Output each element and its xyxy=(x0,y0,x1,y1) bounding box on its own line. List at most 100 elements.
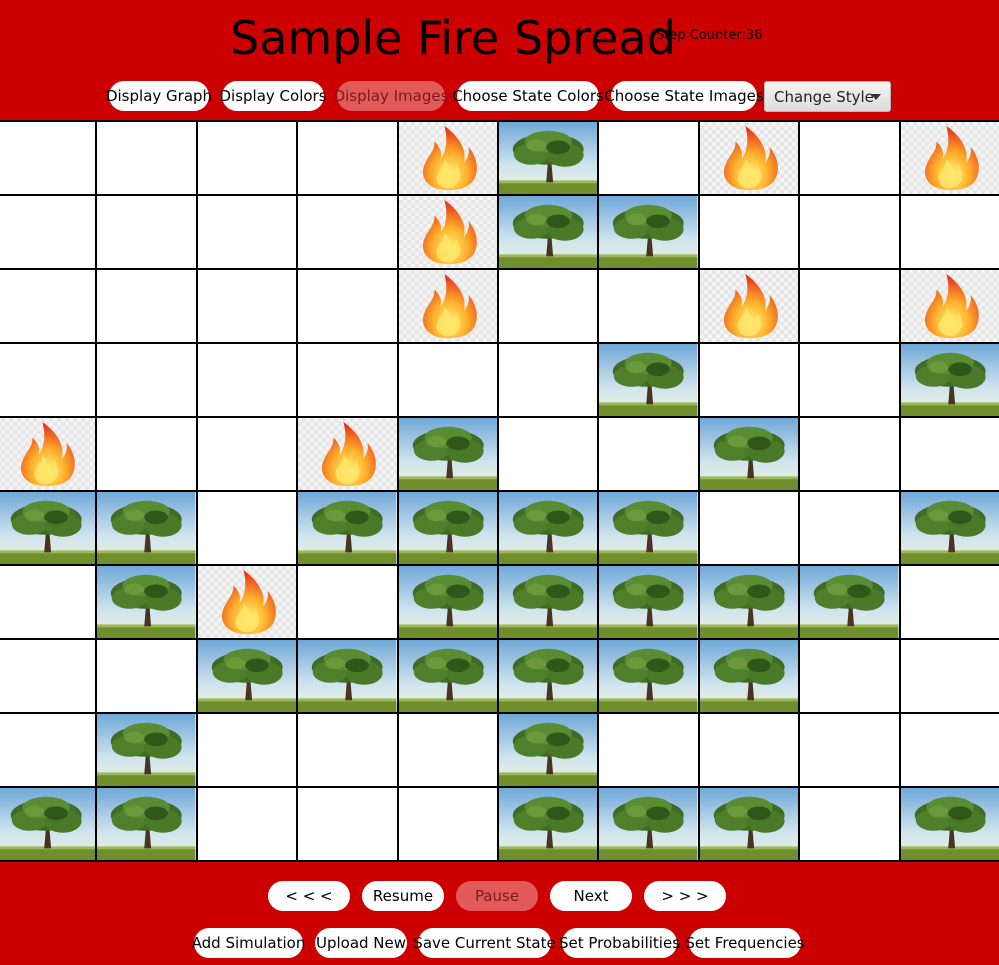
grid-cell-empty[interactable] xyxy=(599,418,698,490)
grid-cell-tree[interactable] xyxy=(900,492,999,564)
grid-cell-tree[interactable] xyxy=(97,566,196,638)
grid-cell-empty[interactable] xyxy=(0,640,96,712)
grid-cell-tree[interactable] xyxy=(97,492,196,564)
grid-cell-empty[interactable] xyxy=(197,418,297,490)
grid-cell-empty[interactable] xyxy=(0,122,96,194)
grid-cell-empty[interactable] xyxy=(197,122,297,194)
grid-cell-empty[interactable] xyxy=(298,714,397,786)
display-colors-button[interactable]: Display Colors xyxy=(219,81,327,111)
grid-cell-empty[interactable] xyxy=(197,196,297,268)
grid-cell-tree[interactable] xyxy=(0,788,96,860)
grid-cell-empty[interactable] xyxy=(97,418,196,490)
grid-cell-empty[interactable] xyxy=(699,714,799,786)
grid-cell-tree[interactable] xyxy=(599,788,698,860)
grid-cell-empty[interactable] xyxy=(900,714,999,786)
grid-cell-empty[interactable] xyxy=(900,196,999,268)
grid-cell-empty[interactable] xyxy=(800,788,899,860)
grid-cell-empty[interactable] xyxy=(298,566,397,638)
grid-cell-tree[interactable] xyxy=(699,640,799,712)
grid-cell-empty[interactable] xyxy=(800,714,899,786)
grid-cell-empty[interactable] xyxy=(599,714,698,786)
grid-cell-empty[interactable] xyxy=(499,270,598,342)
grid-cell-empty[interactable] xyxy=(0,196,96,268)
grid-cell-empty[interactable] xyxy=(298,788,397,860)
set-probabilities-button[interactable]: Set Probabilities xyxy=(559,928,680,958)
grid-cell-tree[interactable] xyxy=(599,640,698,712)
display-images-button[interactable]: Display Images xyxy=(334,81,448,111)
grid-cell-fire[interactable] xyxy=(398,270,497,342)
grid-cell-tree[interactable] xyxy=(499,788,598,860)
display-graph-button[interactable]: Display Graph xyxy=(106,81,212,111)
grid-cell-empty[interactable] xyxy=(900,640,999,712)
grid-cell-empty[interactable] xyxy=(97,196,196,268)
grid-cell-empty[interactable] xyxy=(0,344,96,416)
grid-cell-empty[interactable] xyxy=(197,270,297,342)
choose-state-colors-button[interactable]: Choose State Colors xyxy=(452,81,604,111)
change-style-dropdown[interactable]: Change Style xyxy=(764,81,891,112)
grid-cell-empty[interactable] xyxy=(197,714,297,786)
grid-cell-empty[interactable] xyxy=(197,788,297,860)
grid-cell-empty[interactable] xyxy=(699,344,799,416)
grid-cell-tree[interactable] xyxy=(800,566,899,638)
grid-cell-empty[interactable] xyxy=(298,270,397,342)
grid-cell-tree[interactable] xyxy=(0,492,96,564)
grid-cell-empty[interactable] xyxy=(699,492,799,564)
grid-cell-fire[interactable] xyxy=(197,566,297,638)
grid-cell-tree[interactable] xyxy=(398,640,497,712)
grid-cell-empty[interactable] xyxy=(398,788,497,860)
grid-cell-tree[interactable] xyxy=(499,122,598,194)
fast-forward-button[interactable]: > > > xyxy=(644,881,726,911)
grid-cell-fire[interactable] xyxy=(699,270,799,342)
grid-cell-tree[interactable] xyxy=(499,640,598,712)
grid-cell-empty[interactable] xyxy=(800,418,899,490)
grid-cell-tree[interactable] xyxy=(599,344,698,416)
grid-cell-empty[interactable] xyxy=(298,196,397,268)
grid-cell-tree[interactable] xyxy=(97,788,196,860)
set-frequencies-button[interactable]: Set Frequencies xyxy=(685,928,805,958)
grid-cell-empty[interactable] xyxy=(0,270,96,342)
grid-cell-empty[interactable] xyxy=(800,122,899,194)
add-simulation-button[interactable]: Add Simulation xyxy=(192,928,305,958)
grid-cell-tree[interactable] xyxy=(398,492,497,564)
grid-cell-empty[interactable] xyxy=(97,640,196,712)
grid-cell-empty[interactable] xyxy=(800,344,899,416)
grid-cell-tree[interactable] xyxy=(599,492,698,564)
grid-cell-empty[interactable] xyxy=(97,344,196,416)
grid-cell-fire[interactable] xyxy=(298,418,397,490)
step-back-button[interactable]: < < < xyxy=(268,881,350,911)
choose-state-images-button[interactable]: Choose State Images xyxy=(604,81,764,111)
grid-cell-empty[interactable] xyxy=(298,344,397,416)
grid-cell-fire[interactable] xyxy=(900,122,999,194)
grid-cell-empty[interactable] xyxy=(0,566,96,638)
grid-cell-empty[interactable] xyxy=(499,418,598,490)
grid-cell-tree[interactable] xyxy=(599,196,698,268)
grid-cell-empty[interactable] xyxy=(599,270,698,342)
grid-cell-empty[interactable] xyxy=(599,122,698,194)
grid-cell-tree[interactable] xyxy=(298,492,397,564)
grid-cell-empty[interactable] xyxy=(197,492,297,564)
grid-cell-empty[interactable] xyxy=(197,344,297,416)
grid-cell-tree[interactable] xyxy=(398,566,497,638)
upload-new-button[interactable]: Upload New xyxy=(315,928,407,958)
grid-cell-empty[interactable] xyxy=(398,714,497,786)
grid-cell-empty[interactable] xyxy=(298,122,397,194)
grid-cell-tree[interactable] xyxy=(699,566,799,638)
resume-button[interactable]: Resume xyxy=(362,881,444,911)
grid-cell-fire[interactable] xyxy=(699,122,799,194)
grid-cell-fire[interactable] xyxy=(398,122,497,194)
grid-cell-fire[interactable] xyxy=(0,418,96,490)
grid-cell-tree[interactable] xyxy=(900,788,999,860)
pause-button[interactable]: Pause xyxy=(456,881,538,911)
grid-cell-tree[interactable] xyxy=(499,714,598,786)
grid-cell-tree[interactable] xyxy=(499,492,598,564)
grid-cell-tree[interactable] xyxy=(499,566,598,638)
grid-cell-empty[interactable] xyxy=(699,196,799,268)
grid-cell-tree[interactable] xyxy=(900,344,999,416)
grid-cell-tree[interactable] xyxy=(699,788,799,860)
grid-cell-empty[interactable] xyxy=(398,344,497,416)
grid-cell-fire[interactable] xyxy=(398,196,497,268)
grid-cell-tree[interactable] xyxy=(499,196,598,268)
grid-cell-tree[interactable] xyxy=(97,714,196,786)
grid-cell-empty[interactable] xyxy=(499,344,598,416)
grid-cell-empty[interactable] xyxy=(97,122,196,194)
